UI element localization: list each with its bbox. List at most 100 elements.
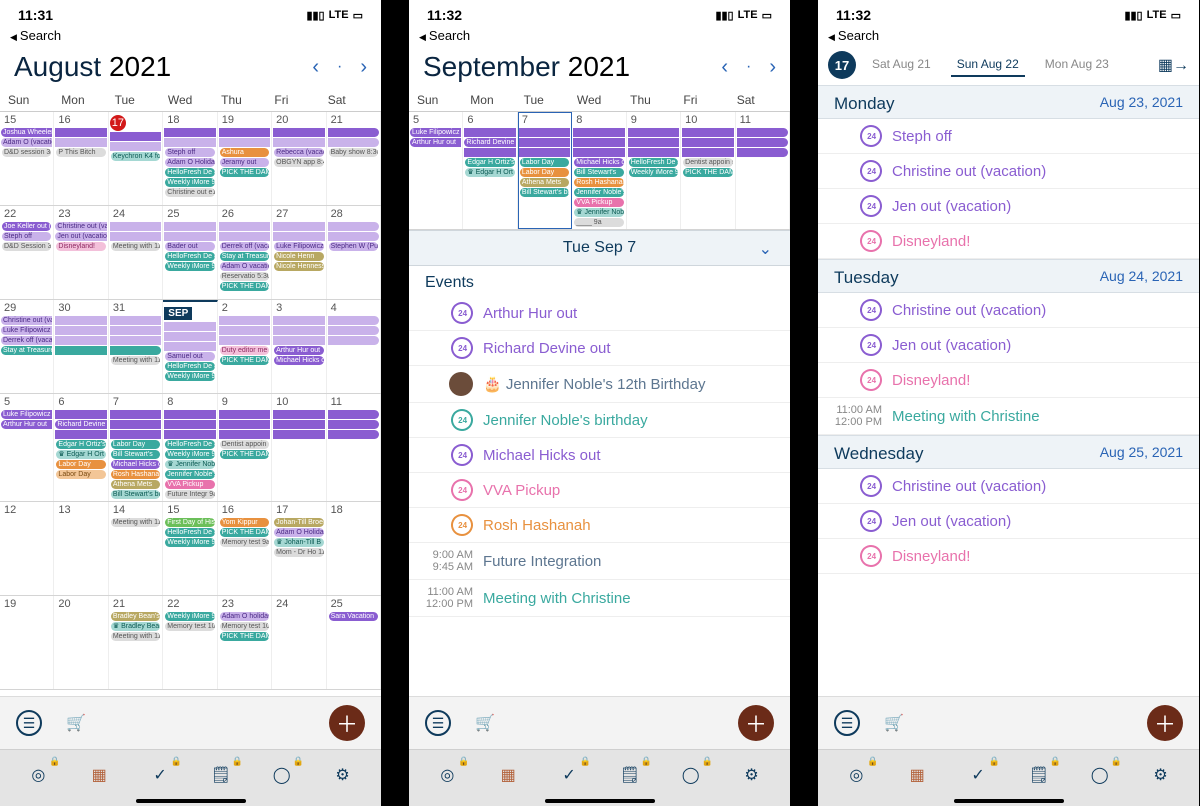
day-cell[interactable]: 15First Day of HispHelloFresh De 8aWeekl… — [163, 502, 217, 595]
event-row[interactable]: 24Rosh Hashanah — [409, 508, 790, 543]
event-row[interactable]: 11:00 AM12:00 PMMeeting with Christine — [409, 580, 790, 617]
day-cell[interactable]: 28Stephen W (Pub — [327, 206, 381, 299]
chevron-down-icon[interactable]: ⌄ — [759, 239, 772, 259]
today-badge[interactable]: 17 — [828, 51, 856, 79]
day-cell[interactable]: 17Keychron K4 fo — [109, 112, 163, 205]
day-cell[interactable]: 5Luke Filipowicz oArthur Hur out — [0, 394, 54, 501]
day-cell[interactable]: 12 — [0, 502, 54, 595]
day-cell[interactable]: 24Meeting with 11a — [109, 206, 163, 299]
date-strip[interactable]: 17 Sat Aug 21 Sun Aug 22 Mon Aug 23 ▦→ — [818, 45, 1199, 85]
add-event-button[interactable]: ＋ — [329, 705, 365, 741]
event-row[interactable]: 24Arthur Hur out — [409, 296, 790, 331]
event-row[interactable]: 24Richard Devine out — [409, 331, 790, 366]
event-row[interactable]: 24Jen out (vacation) — [818, 504, 1199, 539]
event-row[interactable]: 24Disneyland! — [818, 363, 1199, 398]
day-cell[interactable]: 25Bader outHelloFresh De 8aWeekly iMore … — [163, 206, 217, 299]
day-cell[interactable]: 3Arthur Hur outMichael Hicks o — [272, 300, 326, 393]
day-cell[interactable]: 18Steph offAdam O HolidayHelloFresh De 8… — [163, 112, 217, 205]
event-row[interactable]: 24Steph off — [818, 119, 1199, 154]
event-row[interactable]: 24Christine out (vacation) — [818, 154, 1199, 189]
day-cell[interactable]: 22Joe Keller out (vSteph offD&D Session … — [0, 206, 54, 299]
next-month-button[interactable]: › — [769, 56, 776, 79]
back-button[interactable]: Search — [0, 26, 381, 45]
events-list[interactable]: 24Arthur Hur out24Richard Devine out🎂 Je… — [409, 296, 790, 617]
next-month-button[interactable]: › — [360, 56, 367, 79]
event-row[interactable]: 24Jen out (vacation) — [818, 328, 1199, 363]
tab-contacts[interactable]: ◯🔒 — [258, 758, 306, 792]
tab-notes[interactable]: 🗒🔒 — [197, 758, 245, 792]
day-cell[interactable]: 2Duty editor me 8aPICK THE DAM 6p — [218, 300, 272, 393]
day-cell[interactable]: 16P This Bitch — [54, 112, 108, 205]
day-cell[interactable]: 24 — [272, 596, 326, 689]
menu-button[interactable]: ☰ — [425, 710, 451, 736]
agenda-list[interactable]: MondayAug 23, 202124Steph off24Christine… — [818, 85, 1199, 574]
day-cell[interactable]: 7Labor DayBill Stewart'sMichael Hicks oR… — [109, 394, 163, 501]
day-cell[interactable]: 11 — [736, 112, 790, 229]
event-row[interactable]: 9:00 AM9:45 AMFuture Integration — [409, 543, 790, 580]
strip-day[interactable]: Sat Aug 21 — [866, 53, 937, 77]
tab-focus[interactable]: ◎🔒 — [14, 758, 62, 792]
calendar-picker-icon[interactable]: ▦→ — [1158, 55, 1189, 75]
day-cell[interactable]: 13 — [54, 502, 108, 595]
day-cell[interactable]: 21Bradley Bean's b♛ Bradley BeaMeeting w… — [109, 596, 163, 689]
day-cell[interactable]: 25Sara Vacation — [327, 596, 381, 689]
event-row[interactable]: 11:00 AM12:00 PMMeeting with Christine — [818, 398, 1199, 435]
day-cell[interactable]: 4 — [327, 300, 381, 393]
day-cell[interactable]: 23Christine out (vacation)Jen out (vacat… — [54, 206, 108, 299]
event-row[interactable]: 24VVA Pickup — [409, 473, 790, 508]
day-cell[interactable]: 11 — [327, 394, 381, 501]
menu-button[interactable]: ☰ — [834, 710, 860, 736]
day-cell[interactable]: 20 — [54, 596, 108, 689]
cart-icon[interactable]: 🛒 — [884, 713, 904, 733]
event-row[interactable]: 🎂 Jennifer Noble's 12th Birthday — [409, 366, 790, 403]
day-cell[interactable]: 14Meeting with 11a — [109, 502, 163, 595]
day-cell[interactable]: SEPSamuel outHelloFresh De 8aWeekly iMor… — [163, 300, 217, 393]
add-event-button[interactable]: ＋ — [1147, 705, 1183, 741]
tab-settings[interactable]: ⚙ — [319, 758, 367, 792]
day-cell[interactable]: 10Dentist appoin 9aPICK THE DAM 6p — [681, 112, 735, 229]
selected-day-bar[interactable]: Tue Sep 7 ⌄ — [409, 230, 790, 266]
event-row[interactable]: 24Jen out (vacation) — [818, 189, 1199, 224]
event-row[interactable]: 24Christine out (vacation) — [818, 469, 1199, 504]
day-cell[interactable]: 8Michael Hicks oBill Stewart'sRosh Hasha… — [572, 112, 626, 229]
day-cell[interactable]: 10 — [272, 394, 326, 501]
day-cell[interactable]: 27Luke Filipowicz (vacation)Nicole HennN… — [272, 206, 326, 299]
event-row[interactable]: 24Michael Hicks out — [409, 438, 790, 473]
day-cell[interactable]: 15Joshua WheelerAdam O (vacation)D&D ses… — [0, 112, 54, 205]
day-cell[interactable]: 5Luke Filipowicz (Arthur Hur out — [409, 112, 463, 229]
cart-icon[interactable]: 🛒 — [475, 713, 495, 733]
prev-month-button[interactable]: ‹ — [312, 56, 319, 79]
day-cell[interactable]: 8HelloFresh De 8aWeekly iMore 9a♛ Jennif… — [163, 394, 217, 501]
day-cell[interactable]: 29Christine out (vaLuke Filipowicz (vaca… — [0, 300, 54, 393]
day-cell[interactable]: 22Weekly iMore 9aMemory test 10a — [163, 596, 217, 689]
cart-icon[interactable]: 🛒 — [66, 713, 86, 733]
day-cell[interactable]: 31Meeting with 11a — [109, 300, 163, 393]
tab-tasks[interactable]: ✓🔒 — [136, 758, 184, 792]
add-event-button[interactable]: ＋ — [738, 705, 774, 741]
prev-month-button[interactable]: ‹ — [721, 56, 728, 79]
event-row[interactable]: 24Disneyland! — [818, 224, 1199, 259]
day-cell[interactable]: 19 — [0, 596, 54, 689]
event-row[interactable]: 24Christine out (vacation) — [818, 293, 1199, 328]
month-grid[interactable]: 15Joshua WheelerAdam O (vacation)D&D ses… — [0, 112, 381, 690]
event-row[interactable]: 24Disneyland! — [818, 539, 1199, 574]
day-cell[interactable]: 21Baby show 8:30a — [327, 112, 381, 205]
strip-day[interactable]: Sun Aug 22 — [951, 53, 1025, 77]
day-cell[interactable]: 7Labor DayLabor DayAthena MetsBill Stewa… — [518, 112, 572, 229]
menu-button[interactable]: ☰ — [16, 710, 42, 736]
day-cell[interactable]: 6Richard Devine outEdgar H Ortiz's♛ Edga… — [54, 394, 108, 501]
today-dot[interactable]: · — [337, 58, 342, 76]
event-row[interactable]: 24Jennifer Noble's birthday — [409, 403, 790, 438]
day-cell[interactable]: 9Dentist appoin 9aPICK THE DAM 6p — [218, 394, 272, 501]
day-cell[interactable]: 30 — [54, 300, 108, 393]
tab-calendar[interactable]: ▦ — [75, 758, 123, 792]
day-cell[interactable]: 26Derrek off (vacation)Stay at Treasure … — [218, 206, 272, 299]
strip-day[interactable]: Mon Aug 23 — [1039, 53, 1115, 77]
day-cell[interactable]: 19AshuraJeramy outPICK THE DAM 6p — [218, 112, 272, 205]
back-button[interactable]: Search — [409, 26, 790, 45]
day-cell[interactable]: 16Yom KippurPICK THE DAM 6pMemory test 9… — [218, 502, 272, 595]
day-cell[interactable]: 9HelloFresh De 8aWeekly iMore 9a — [627, 112, 681, 229]
day-cell[interactable]: 18 — [327, 502, 381, 595]
day-cell[interactable]: 23Adam O holidayMemory test 10aPICK THE … — [218, 596, 272, 689]
week-row[interactable]: 5Luke Filipowicz (Arthur Hur out6Richard… — [409, 112, 790, 230]
